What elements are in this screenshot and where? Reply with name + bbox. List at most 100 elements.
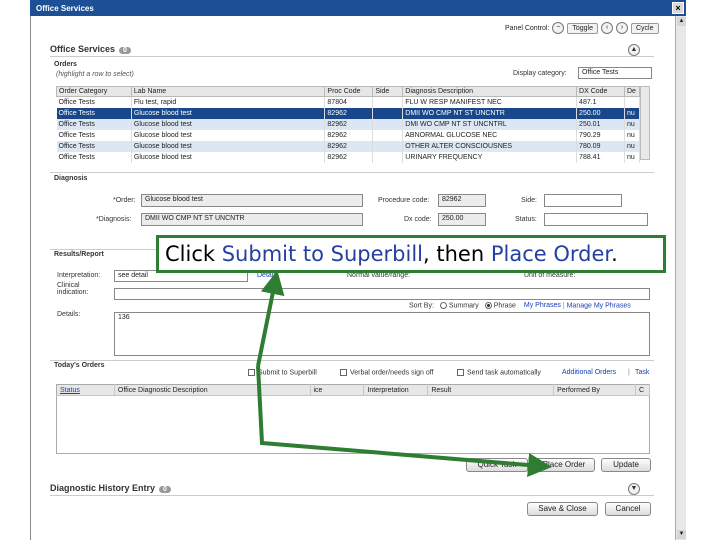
side-field[interactable] xyxy=(544,194,622,207)
verbal-order-checkbox[interactable] xyxy=(340,369,347,376)
submit-superbill-option[interactable]: Submit to Superbill xyxy=(248,369,317,376)
orders-scrollbar[interactable] xyxy=(640,86,650,160)
send-task-checkbox[interactable] xyxy=(457,369,464,376)
table-cell: 82962 xyxy=(324,151,374,163)
divider xyxy=(50,360,654,361)
display-category-select[interactable]: Office Tests xyxy=(578,67,652,79)
verbal-order-label: Verbal order/needs sign off xyxy=(350,369,434,377)
column-header[interactable]: Result xyxy=(427,384,555,396)
divider xyxy=(50,56,654,57)
table-cell: Flu test, rapid xyxy=(131,96,326,108)
table-cell: nu xyxy=(624,118,641,130)
diagnosis-title: Diagnosis xyxy=(54,175,88,182)
cycle-button[interactable]: Cycle xyxy=(631,22,659,34)
update-button[interactable]: Update xyxy=(601,458,651,472)
table-cell: FLU W RESP MANIFEST NEC xyxy=(402,96,578,108)
column-header[interactable]: Diagnosis Description xyxy=(402,86,578,97)
table-row[interactable]: Office Tests Glucose blood test 82962 DMI W… xyxy=(56,118,641,130)
table-cell xyxy=(372,107,404,119)
table-cell: 790.29 xyxy=(576,129,625,141)
callout-text-pre: Click xyxy=(165,242,222,266)
normal-range-label: Normal value/range: xyxy=(347,272,411,279)
callout-place: Place Order xyxy=(490,242,612,266)
summary-label: Summary xyxy=(448,302,479,310)
verbal-order-option[interactable]: Verbal order/needs sign off xyxy=(340,369,434,376)
column-header[interactable]: C xyxy=(635,384,651,396)
column-header[interactable]: Office Diagnostic Description xyxy=(114,384,311,396)
additional-orders-link[interactable]: Additional Orders xyxy=(562,369,616,376)
column-header-status[interactable]: Status xyxy=(56,384,115,396)
chevron-left-icon[interactable]: ‹ xyxy=(601,22,613,34)
table-row[interactable]: Office Tests Glucose blood test 82962 ABNOR… xyxy=(56,129,641,141)
chevron-up-icon[interactable]: ▲ xyxy=(628,44,640,56)
table-cell: 780.09 xyxy=(576,140,625,152)
status-field[interactable] xyxy=(544,213,648,226)
orders-title: Orders xyxy=(54,61,77,68)
column-header[interactable]: Lab Name xyxy=(130,86,326,97)
chevron-down-icon[interactable]: ▼ xyxy=(628,483,640,495)
summary-radio[interactable] xyxy=(439,302,447,309)
unit-of-measure-label: Unit of measure: xyxy=(524,272,576,279)
manage-phrases-link[interactable]: Manage My Phrases xyxy=(567,302,631,309)
column-header[interactable]: Proc Code xyxy=(324,86,374,97)
diagnosis-field[interactable]: DMII WO CMP NT ST UNCNTR xyxy=(141,213,363,226)
quick-task-button[interactable]: Quick Task xyxy=(466,458,528,472)
sort-label: Sort By: xyxy=(409,302,434,310)
table-cell: 82962 xyxy=(324,140,374,152)
table-cell: nu xyxy=(624,107,641,119)
panel-control-label: Panel Control: xyxy=(505,24,550,32)
table-cell: 250.01 xyxy=(576,118,625,130)
column-header[interactable]: Side xyxy=(372,86,404,97)
callout-text-end: . xyxy=(611,242,618,266)
scroll-up-icon[interactable]: ▲ xyxy=(677,17,686,26)
task-link[interactable]: Task xyxy=(635,369,649,376)
todays-orders-table: Status Office Diagnostic Description ice… xyxy=(56,384,651,454)
cancel-button[interactable]: Cancel xyxy=(605,502,651,516)
toggle-button[interactable]: Toggle xyxy=(567,22,598,34)
table-cell xyxy=(372,151,404,163)
table-cell xyxy=(372,96,404,108)
collapse-icon[interactable]: − xyxy=(552,22,565,34)
column-header[interactable]: Order Category xyxy=(56,86,132,97)
table-row[interactable]: Office Tests Flu test, rapid 87804 FLU W RE… xyxy=(56,96,641,108)
column-header[interactable]: ice xyxy=(310,384,365,396)
detail-link[interactable]: Detail xyxy=(257,272,275,279)
status-sort-link[interactable]: Status xyxy=(60,387,80,394)
table-cell: 82962 xyxy=(324,129,374,141)
table-cell xyxy=(624,96,641,108)
order-label: *Order: xyxy=(113,197,136,204)
separator: | xyxy=(628,369,630,376)
submit-superbill-checkbox[interactable] xyxy=(248,369,255,376)
column-header[interactable]: De xyxy=(623,86,641,97)
table-cell: DMI WO CMP NT ST UNCNTRL xyxy=(402,118,578,130)
my-phrases-link[interactable]: My Phrases xyxy=(524,302,561,309)
table-cell: URINARY FREQUENCY xyxy=(402,151,578,163)
table-row[interactable]: Office Tests Glucose blood test 82962 URINA… xyxy=(56,151,641,163)
column-header[interactable]: Interpretation xyxy=(363,384,429,396)
send-task-option[interactable]: Send task automatically xyxy=(457,369,541,376)
count-badge: 0 xyxy=(159,486,171,493)
place-order-button[interactable]: Place Order xyxy=(533,458,595,472)
close-icon[interactable]: × xyxy=(672,2,684,14)
table-cell xyxy=(372,118,404,130)
column-header[interactable]: Performed By xyxy=(553,384,636,396)
table-cell: 788.41 xyxy=(576,151,625,163)
dx-code-field[interactable]: 250.00 xyxy=(438,213,486,226)
orders-table: Order Category Lab Name Proc Code Side D… xyxy=(56,86,641,163)
callout-text-mid: , then xyxy=(423,242,491,266)
details-label: Details: xyxy=(57,311,81,318)
table-cell: Office Tests xyxy=(56,129,132,141)
save-close-button[interactable]: Save & Close xyxy=(527,502,598,516)
interpretation-label: Interpretation: xyxy=(57,272,101,279)
table-row[interactable]: Office Tests Glucose blood test 82962 OTHER… xyxy=(56,140,641,152)
scroll-down-icon[interactable]: ▼ xyxy=(677,530,686,539)
chevron-right-icon[interactable]: › xyxy=(616,22,628,34)
column-header[interactable]: DX Code xyxy=(576,86,625,97)
procedure-code-field[interactable]: 82962 xyxy=(438,194,486,207)
phrase-radio[interactable] xyxy=(484,302,492,309)
table-row-selected[interactable]: Office Tests Glucose blood test 82962 DMII … xyxy=(56,107,641,119)
details-field[interactable]: 136 xyxy=(114,312,650,356)
clinical-indication-field[interactable] xyxy=(114,288,650,300)
order-field[interactable]: Glucose blood test xyxy=(141,194,363,207)
window-scrollbar[interactable]: ▲ ▼ xyxy=(675,16,686,540)
